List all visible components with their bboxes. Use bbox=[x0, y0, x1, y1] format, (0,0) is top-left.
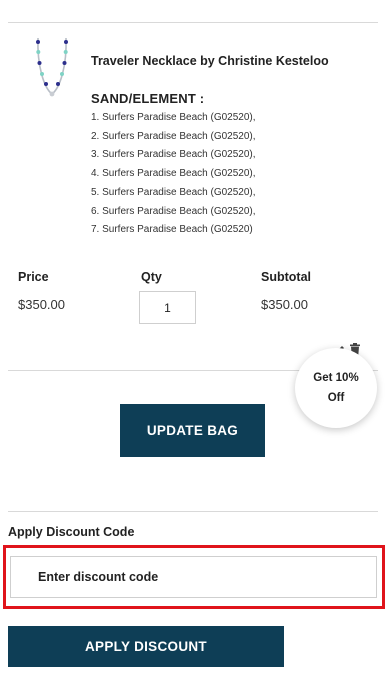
qty-label: Qty bbox=[141, 270, 162, 284]
option-label: SAND/ELEMENT : bbox=[91, 91, 205, 106]
discount-divider bbox=[8, 511, 378, 512]
necklace-thumbnail[interactable] bbox=[30, 36, 74, 100]
price-label: Price bbox=[18, 270, 49, 284]
option-item: 1. Surfers Paradise Beach (G02520), bbox=[91, 112, 256, 123]
qty-input[interactable] bbox=[139, 291, 196, 324]
option-item: 5. Surfers Paradise Beach (G02520), bbox=[91, 186, 256, 198]
option-item: 3. Surfers Paradise Beach (G02520), bbox=[91, 149, 256, 161]
option-item: 2. Surfers Paradise Beach (G02520), bbox=[91, 130, 256, 142]
promo-line1: Get 10% bbox=[313, 372, 359, 384]
subtotal-label: Subtotal bbox=[261, 270, 311, 284]
promo-line2: Off bbox=[327, 392, 345, 404]
discount-code-input[interactable] bbox=[10, 556, 377, 598]
option-item: 4. Surfers Paradise Beach (G02520), bbox=[91, 168, 256, 180]
subtotal-value: $350.00 bbox=[261, 297, 308, 312]
update-bag-button[interactable]: UPDATE BAG bbox=[120, 404, 265, 457]
option-item: 6. Surfers Paradise Beach (G02520), bbox=[91, 205, 256, 217]
top-divider bbox=[8, 22, 378, 23]
promo-badge[interactable]: Get 10% Off bbox=[295, 348, 377, 428]
product-title[interactable]: Traveler Necklace by Christine Kesteloo bbox=[91, 54, 329, 68]
option-item: 7. Surfers Paradise Beach (G02520) bbox=[91, 224, 253, 236]
discount-title: Apply Discount Code bbox=[8, 525, 135, 539]
price-value: $350.00 bbox=[18, 297, 65, 312]
apply-discount-button[interactable]: APPLY DISCOUNT bbox=[8, 626, 284, 667]
option-list: 1. Surfers Paradise Beach (G02520), 2. S… bbox=[91, 109, 256, 240]
